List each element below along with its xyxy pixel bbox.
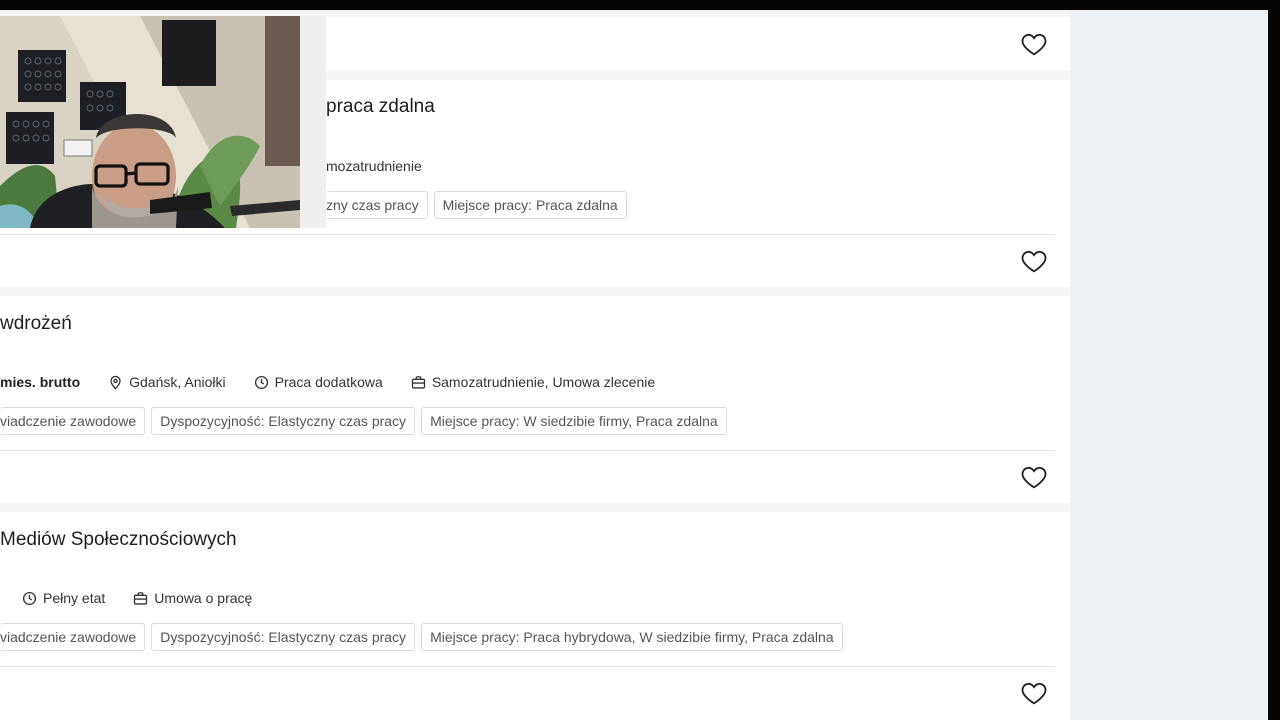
tag-experience: viadczenie zawodowe bbox=[0, 407, 146, 435]
salary-label: mies. brutto bbox=[0, 374, 81, 390]
top-black-bar bbox=[0, 0, 1280, 10]
webcam-video-image bbox=[0, 16, 326, 228]
favorite-heart-icon[interactable] bbox=[1021, 32, 1047, 56]
job-tags: viadczenie zawodowe Dyspozycyjność: Elas… bbox=[0, 407, 727, 435]
contract-type-label: Umowa o pracę bbox=[154, 590, 253, 606]
webcam-overlay bbox=[0, 16, 326, 228]
contract-type: mozatrudnienie bbox=[326, 158, 422, 174]
favorite-heart-icon[interactable] bbox=[1021, 681, 1047, 705]
work-time-label: Pełny etat bbox=[43, 590, 106, 606]
card-divider bbox=[0, 666, 1055, 667]
job-card[interactable]: wdrożeń mies. brutto Gdańsk, Aniołki Pra… bbox=[0, 296, 1070, 503]
location: Gdańsk, Aniołki bbox=[108, 374, 226, 390]
tag-work-place: Miejsce pracy: W siedzibie firmy, Praca … bbox=[421, 407, 727, 435]
work-time: Praca dodatkowa bbox=[254, 374, 383, 390]
tag-work-place: Miejsce pracy: Praca zdalna bbox=[433, 191, 627, 219]
tag-availability: zny czas pracy bbox=[326, 191, 428, 219]
briefcase-icon bbox=[411, 375, 425, 389]
job-meta-row: mozatrudnienie bbox=[326, 158, 450, 174]
tag-availability: Dyspozycyjność: Elastyczny czas pracy bbox=[151, 623, 416, 651]
tag-availability: Dyspozycyjność: Elastyczny czas pracy bbox=[151, 407, 416, 435]
favorite-heart-icon[interactable] bbox=[1021, 249, 1047, 273]
job-meta-row: Pełny etat Umowa o pracę bbox=[22, 590, 280, 606]
clock-icon bbox=[254, 375, 268, 389]
contract-type: Umowa o pracę bbox=[133, 590, 252, 606]
right-sidebar-panel bbox=[1070, 10, 1268, 720]
card-divider bbox=[0, 234, 1055, 235]
location-label: Gdańsk, Aniołki bbox=[129, 374, 226, 390]
job-tags: zny czas pracy Miejsce pracy: Praca zdal… bbox=[326, 191, 627, 219]
job-card[interactable]: Mediów Społecznościowych Pełny etat Umow… bbox=[0, 512, 1070, 720]
clock-icon bbox=[22, 591, 37, 605]
card-divider bbox=[0, 450, 1055, 451]
work-time: Pełny etat bbox=[22, 590, 105, 606]
briefcase-icon bbox=[134, 591, 148, 605]
contract-type: Samozatrudnienie, Umowa zlecenie bbox=[411, 374, 655, 390]
location-pin-icon bbox=[110, 375, 121, 390]
job-title[interactable]: praca zdalna bbox=[326, 96, 435, 118]
job-title[interactable]: Mediów Społecznościowych bbox=[0, 529, 237, 551]
job-title[interactable]: wdrożeń bbox=[0, 313, 72, 335]
job-meta-row: mies. brutto Gdańsk, Aniołki Praca dodat… bbox=[0, 374, 683, 390]
tag-work-place: Miejsce pracy: Praca hybrydowa, W siedzi… bbox=[421, 623, 843, 651]
right-black-edge bbox=[1268, 10, 1280, 720]
job-tags: viadczenie zawodowe Dyspozycyjność: Elas… bbox=[0, 623, 843, 651]
favorite-heart-icon[interactable] bbox=[1021, 465, 1047, 489]
contract-type-label: mozatrudnienie bbox=[326, 158, 422, 174]
work-time-label: Praca dodatkowa bbox=[274, 374, 383, 390]
tag-experience: viadczenie zawodowe bbox=[0, 623, 146, 651]
salary: mies. brutto bbox=[0, 374, 80, 390]
contract-type-label: Samozatrudnienie, Umowa zlecenie bbox=[431, 374, 656, 390]
